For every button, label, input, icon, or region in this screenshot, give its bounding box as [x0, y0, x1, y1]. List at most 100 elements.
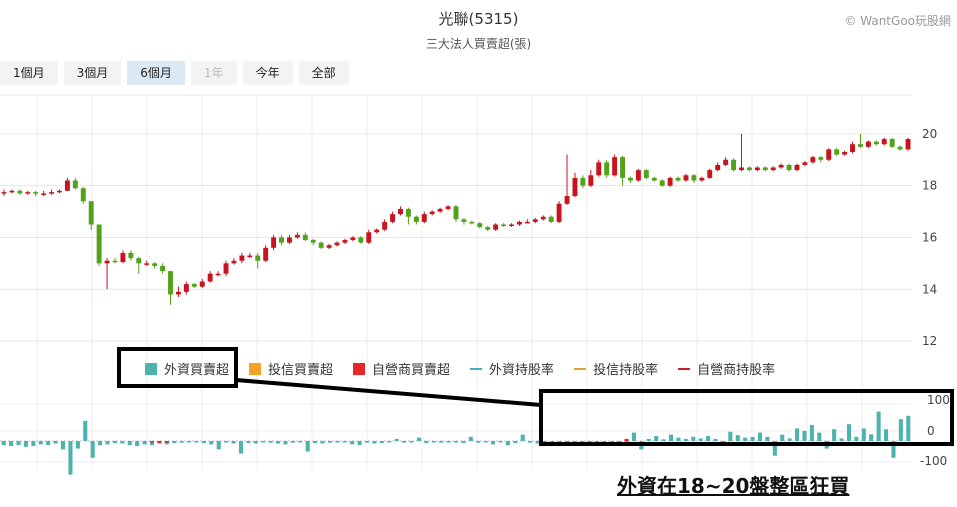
legend-item-dealer-holding[interactable]: 自營商持股率 — [678, 359, 775, 378]
flow-bar — [624, 438, 629, 441]
candle-body — [532, 219, 538, 222]
candle-body — [326, 245, 332, 248]
candle-body — [469, 221, 475, 224]
legend-item-foreign-net[interactable]: 外資買賣超 — [145, 359, 229, 378]
legend-item-foreign-holding[interactable]: 外資持股率 — [470, 359, 554, 378]
flow-bar — [298, 441, 303, 443]
flow-bar — [53, 441, 58, 444]
flow-bar — [261, 441, 266, 443]
price-tick-label: 16 — [922, 230, 937, 244]
candle-body — [398, 208, 403, 215]
candle-body — [889, 139, 895, 147]
flow-bar — [9, 441, 14, 447]
flow-bar — [23, 441, 28, 447]
flow-bar — [468, 436, 473, 441]
legend-line — [574, 367, 587, 370]
flow-bar — [416, 437, 421, 441]
flow-bar — [38, 441, 43, 445]
flow-bar — [372, 441, 377, 444]
flow-bar — [201, 441, 206, 444]
candle-body — [516, 221, 522, 225]
candle-body — [834, 149, 840, 155]
candle-body — [810, 157, 816, 163]
candle-body — [493, 224, 499, 230]
flow-bar — [90, 441, 95, 458]
candle-body — [120, 252, 126, 263]
candle-body — [905, 139, 911, 150]
candle-body — [509, 224, 514, 226]
candle-body — [865, 141, 871, 147]
candle-body — [152, 263, 158, 266]
flow-bar — [60, 441, 66, 450]
candle-body — [556, 203, 562, 222]
legend-item-trust-net[interactable]: 投信買賣超 — [249, 359, 333, 378]
candle-body — [80, 188, 86, 202]
candle-body — [405, 208, 411, 217]
candle-body — [596, 162, 602, 176]
legend-item-trust-holding[interactable]: 投信持股率 — [574, 359, 658, 378]
flow-bar — [439, 441, 444, 443]
candle-body — [128, 252, 134, 259]
flow-bar — [68, 441, 73, 475]
flow-bar — [327, 441, 332, 443]
flow-bar — [854, 436, 859, 441]
candle-body — [857, 144, 863, 147]
candle-body — [461, 219, 467, 222]
flow-bar — [646, 438, 651, 441]
flow-bar — [839, 438, 844, 441]
chart-canvas: 12 14 16 18 20 100 0 -100 — [0, 94, 954, 475]
candle-body — [683, 175, 689, 181]
legend-item-dealer-net[interactable]: 自營商買賣超 — [353, 359, 450, 378]
candle-body — [57, 190, 62, 193]
flow-bar — [46, 441, 51, 446]
candle-body — [255, 255, 261, 261]
flow-bar — [238, 441, 244, 454]
flow-bar — [476, 441, 481, 443]
candle-body — [358, 237, 364, 243]
candle-body — [215, 273, 221, 276]
candle-body — [588, 175, 594, 186]
candle-body — [540, 216, 546, 220]
flow-bar — [846, 424, 852, 441]
legend-label: 外資買賣超 — [164, 363, 230, 378]
flow-bar — [290, 441, 295, 443]
legend-label: 投信買賣超 — [268, 363, 334, 378]
flow-bar — [631, 432, 636, 441]
flow-bar — [357, 441, 362, 446]
flow-bar — [654, 435, 659, 441]
candle-body — [263, 247, 269, 261]
candle-body — [873, 141, 879, 145]
candle-body — [9, 190, 15, 193]
candle-body — [818, 157, 824, 160]
flow-bar — [31, 441, 36, 447]
flow-bar — [483, 441, 488, 443]
flow-bar — [491, 441, 496, 445]
candle-body — [620, 157, 625, 178]
flow-bar — [424, 441, 429, 444]
candle-body — [762, 167, 768, 171]
flow-bar — [387, 441, 392, 443]
price-tick-label: 14 — [922, 282, 937, 296]
flow-bar — [735, 435, 740, 441]
annotation-text: 外資在18~20盤整區狂買 — [617, 474, 850, 498]
candle-body — [302, 234, 308, 241]
flow-bar — [149, 441, 155, 443]
candle-body — [334, 242, 340, 246]
chart-legend: 外資買賣超 投信買賣超 自營商買賣超 外資持股率 投信持股率 自營商持股率 — [145, 359, 795, 378]
flow-bar — [431, 441, 436, 443]
candle-body — [794, 164, 800, 171]
flow-bar — [194, 441, 199, 443]
flow-bar — [350, 441, 355, 445]
candle-body — [770, 167, 776, 171]
flow-bar — [661, 439, 666, 441]
flow-bar — [817, 432, 822, 441]
candlestick-series — [1, 133, 911, 305]
price-tick-label: 18 — [922, 179, 937, 193]
candle-body — [112, 260, 118, 263]
flow-bar — [105, 441, 110, 445]
candle-body — [501, 224, 507, 226]
flow-bar — [142, 441, 147, 445]
flow-bar — [683, 438, 688, 441]
candle-body — [390, 214, 396, 222]
flow-bar — [706, 435, 711, 441]
